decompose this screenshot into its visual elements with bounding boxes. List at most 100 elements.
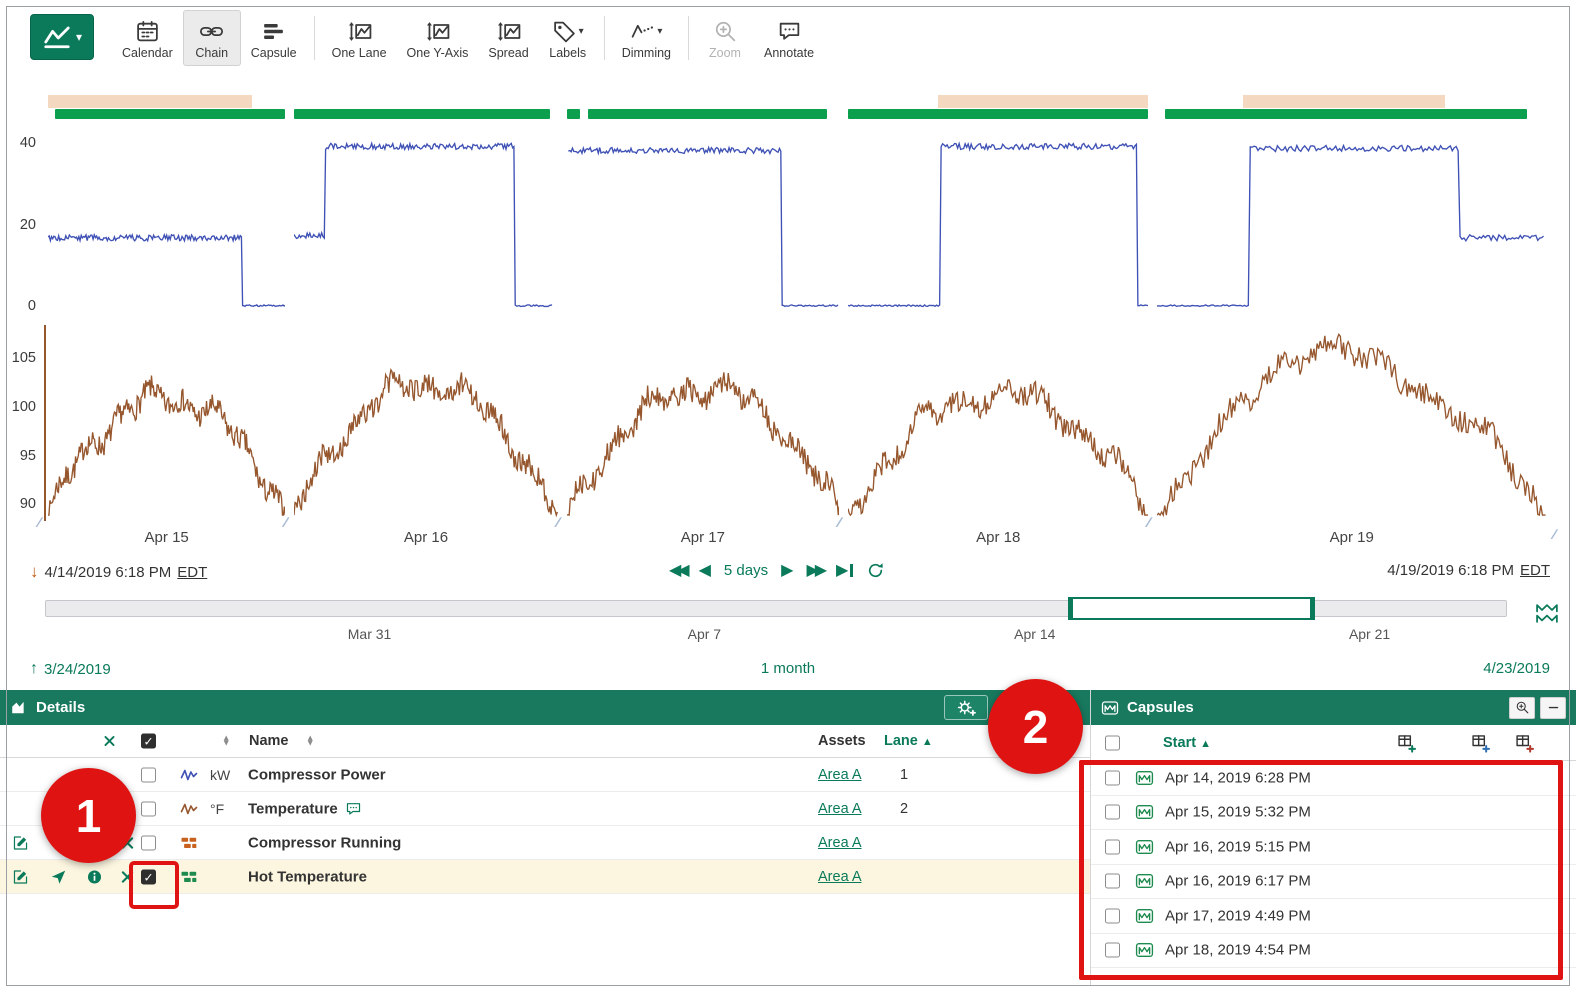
pan-forward-half-button[interactable]: ▶ — [781, 560, 793, 580]
trend-view-dropdown-button[interactable]: ▾ — [30, 14, 94, 60]
select-all-capsules-checkbox[interactable] — [1105, 735, 1120, 750]
toolbar-dimming-button[interactable]: ▾Dimming — [612, 10, 681, 66]
capsule-row[interactable]: Apr 14, 2019 6:28 PM — [1091, 761, 1576, 796]
condition-capsule-bar[interactable] — [294, 109, 549, 119]
condition-capsule-bar[interactable] — [55, 109, 285, 119]
zoom-to-capsule-button[interactable] — [1509, 697, 1535, 719]
details-row-hot-temperature[interactable]: Hot TemperatureArea A — [0, 860, 1090, 894]
row-select-checkbox[interactable] — [141, 835, 156, 850]
investigate-duration[interactable]: 1 month — [761, 660, 815, 677]
collapse-panel-button[interactable] — [1540, 697, 1566, 719]
capsule-checkbox[interactable] — [1105, 874, 1120, 889]
trend-lane[interactable] — [48, 120, 285, 315]
capsule-row[interactable]: Apr 18, 2019 4:54 PM — [1091, 934, 1576, 969]
asset-link[interactable]: Area A — [818, 767, 862, 783]
investigate-end[interactable]: 4/23/2019 — [1483, 660, 1550, 677]
toolbar-calendar-button[interactable]: Calendar — [112, 10, 183, 66]
remove-item-icon[interactable] — [119, 868, 136, 885]
capsule-checkbox[interactable] — [1105, 943, 1120, 958]
range-duration[interactable]: 5 days — [724, 562, 768, 579]
trend-lane[interactable] — [567, 325, 839, 520]
remove-all-icon[interactable] — [102, 734, 117, 749]
capsule-row[interactable]: Apr 16, 2019 6:17 PM — [1091, 865, 1576, 900]
condition-capsule-bar[interactable] — [848, 109, 1148, 119]
details-row-temperature[interactable]: °FTemperatureArea A2 — [0, 792, 1090, 826]
timezone-link[interactable]: EDT — [177, 564, 207, 581]
trend-chart-icon — [42, 22, 72, 52]
toolbar-label: Annotate — [764, 47, 814, 60]
chain-icon — [199, 18, 224, 44]
chain-segment-apr-17[interactable]: ∕∕Apr 17 — [567, 92, 839, 548]
toolbar-capsule-button[interactable]: Capsule — [241, 10, 307, 66]
customize-columns-button[interactable] — [944, 695, 988, 720]
edit-item-icon[interactable] — [12, 834, 29, 851]
edit-item-icon[interactable] — [12, 868, 29, 885]
capsule-row[interactable]: Apr 17, 2019 4:49 PM — [1091, 899, 1576, 934]
asset-link[interactable]: Area A — [818, 835, 862, 851]
sort-icon[interactable]: ▲▼ — [306, 736, 314, 747]
column-name[interactable]: Name — [249, 733, 289, 749]
details-row-compressor-power[interactable]: kWCompressor PowerArea A1 — [0, 758, 1090, 792]
remove-item-icon[interactable] — [119, 834, 136, 851]
toolbar-spread-button[interactable]: Spread — [478, 10, 538, 66]
toolbar-chain-button[interactable]: Chain — [183, 10, 241, 66]
capsule-checkbox[interactable] — [1105, 805, 1120, 820]
send-item-icon[interactable] — [50, 868, 67, 885]
timezone-link[interactable]: EDT — [1520, 562, 1550, 579]
capsule-row[interactable]: Apr 16, 2019 5:15 PM — [1091, 830, 1576, 865]
capsule-checkbox[interactable] — [1105, 908, 1120, 923]
row-select-checkbox[interactable] — [141, 767, 156, 782]
trend-chart-area[interactable]: 402001051009590 ∕∕Apr 15∕∕Apr 16∕∕Apr 17… — [0, 92, 1576, 558]
timeline-selection-window[interactable] — [1068, 597, 1315, 620]
range-start-text[interactable]: 4/14/2019 6:18 PM — [45, 564, 172, 581]
investigate-timeline[interactable]: Mar 31Apr 7Apr 14Apr 21 — [45, 600, 1507, 644]
details-row-compressor-running[interactable]: Compressor RunningArea A — [0, 826, 1090, 860]
pan-back-full-button[interactable]: ◀◀ — [669, 560, 686, 580]
pan-back-half-button[interactable]: ◀ — [699, 560, 711, 580]
trend-lane[interactable] — [1157, 120, 1546, 315]
capsule-lane-icon[interactable] — [1535, 601, 1560, 626]
capsule-checkbox[interactable] — [1105, 770, 1120, 785]
asset-link[interactable]: Area A — [818, 869, 862, 885]
asset-link[interactable]: Area A — [818, 801, 862, 817]
annotation-bubble-icon[interactable] — [345, 800, 362, 817]
range-end-text[interactable]: 4/19/2019 6:18 PM — [1387, 562, 1514, 579]
trend-lane[interactable] — [48, 325, 285, 520]
capsule-checkbox[interactable] — [1105, 839, 1120, 854]
trend-lane[interactable] — [848, 120, 1148, 315]
column-lane[interactable]: Lane ▲ — [884, 733, 933, 749]
add-stat-column-icon[interactable] — [1471, 733, 1491, 753]
chain-segment-apr-15[interactable]: ∕∕Apr 15 — [48, 92, 285, 548]
pan-to-now-button[interactable]: ▶ — [836, 560, 853, 580]
chain-segment-apr-18[interactable]: ∕∕Apr 18 — [848, 92, 1148, 548]
refresh-button[interactable] — [866, 561, 885, 580]
trend-lane[interactable] — [567, 120, 839, 315]
pan-forward-full-button[interactable]: ▶▶ — [806, 560, 823, 580]
condition-capsule-bar[interactable] — [1165, 109, 1526, 119]
chain-segment-apr-19[interactable]: ∕∕Apr 19 — [1157, 92, 1546, 548]
condition-capsule-bar[interactable] — [588, 109, 826, 119]
toolbar-one-lane-button[interactable]: One Lane — [322, 10, 397, 66]
toolbar-labels-button[interactable]: ▾Labels — [539, 10, 597, 66]
trend-lane[interactable] — [294, 325, 557, 520]
toolbar-zoom-button[interactable]: Zoom — [696, 10, 754, 66]
trend-lane[interactable] — [848, 325, 1148, 520]
row-select-checkbox[interactable] — [141, 801, 156, 816]
toolbar-annotate-button[interactable]: Annotate — [754, 10, 824, 66]
trend-lane[interactable] — [1157, 325, 1546, 520]
condition-capsule-bar[interactable] — [567, 109, 581, 119]
add-property-column-icon[interactable] — [1515, 733, 1535, 753]
capsule-row[interactable]: Apr 15, 2019 5:32 PM — [1091, 796, 1576, 831]
row-select-checkbox[interactable] — [141, 869, 156, 884]
toolbar-one-y-axis-button[interactable]: One Y-Axis — [397, 10, 479, 66]
column-start[interactable]: Start ▲ — [1163, 735, 1211, 751]
chain-segment-apr-16[interactable]: ∕∕Apr 16 — [294, 92, 557, 548]
sort-icon[interactable]: ▲▼ — [222, 736, 230, 747]
add-column-icon[interactable] — [1397, 733, 1417, 753]
select-all-checkbox[interactable] — [141, 734, 156, 749]
item-info-icon[interactable] — [86, 868, 103, 885]
investigate-start[interactable]: 3/24/2019 — [44, 661, 111, 678]
timeline-track[interactable] — [45, 600, 1507, 617]
trend-lane[interactable] — [294, 120, 557, 315]
column-assets[interactable]: Assets — [818, 733, 866, 749]
